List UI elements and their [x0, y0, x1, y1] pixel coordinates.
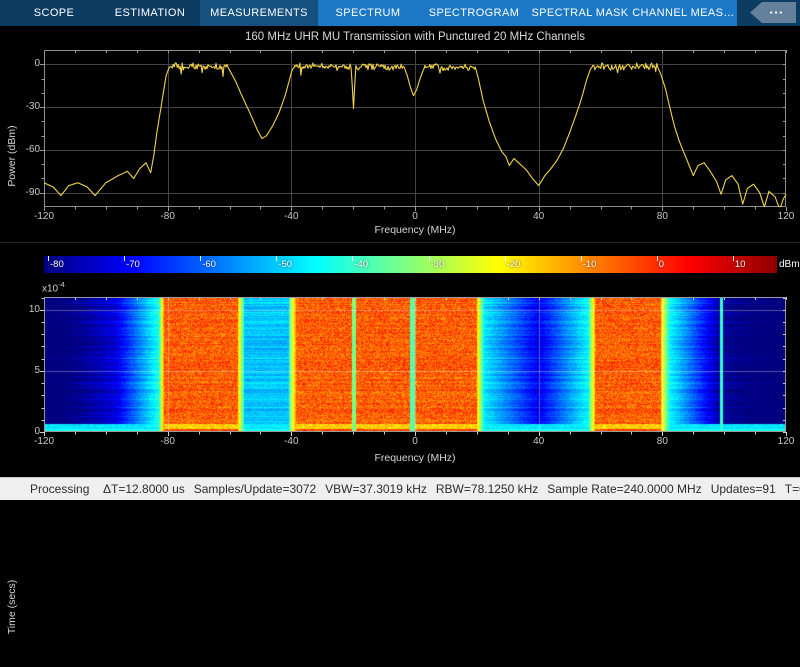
spectrum-x-tick-label: 80: [642, 211, 682, 223]
spectrum-x-tick-label: -120: [24, 211, 64, 223]
status-item: T=0.00: [785, 482, 800, 496]
spectrum-x-tick-label: 0: [395, 211, 435, 223]
spectrum-y-tick-label: -60: [12, 144, 40, 156]
status-item: Updates=91: [711, 482, 776, 496]
tab-channel-meas[interactable]: CHANNEL MEAS…: [630, 0, 737, 26]
spectrogram-ticks: [40, 297, 787, 436]
spectrum-x-tick-label: 40: [519, 211, 559, 223]
spectrogram-x-tick-label: -80: [148, 436, 188, 448]
spectrum-y-tick-label: 0: [12, 58, 40, 70]
spectrum-x-tick-label: -40: [271, 211, 311, 223]
tab-spectrogram[interactable]: SPECTROGRAM: [418, 0, 530, 26]
status-item: Sample Rate=240.0000 MHz: [547, 482, 701, 496]
status-item: VBW=37.3019 kHz: [325, 482, 427, 496]
status-info: ΔT=12.8000 us Samples/Update=3072 VBW=37.3…: [103, 478, 800, 500]
spectrum-x-tick-label: 120: [766, 211, 800, 223]
spectrogram-x-tick-label: 0: [395, 436, 435, 448]
status-item: RBW=78.1250 kHz: [436, 482, 538, 496]
tab-scope[interactable]: SCOPE: [8, 0, 100, 26]
tab-measurements[interactable]: MEASUREMENTS: [200, 0, 318, 26]
spectrum-x-axis-label: Frequency (MHz): [44, 224, 786, 236]
tab-spectral-mask[interactable]: SPECTRAL MASK: [530, 0, 630, 26]
tab-estimation[interactable]: ESTIMATION: [100, 0, 200, 26]
spectrum-y-tick-label: -90: [12, 187, 40, 199]
status-bar: Processing ΔT=12.8000 us Samples/Update=3…: [0, 477, 800, 500]
toolstrip-tab-bar: SCOPEESTIMATIONMEASUREMENTSSPECTRUMSPECT…: [0, 0, 800, 26]
spectrogram-panel: -80-70-60-50-40-30-20-10010 dBm x10-4 Ti…: [0, 243, 800, 477]
spectrum-plot-area[interactable]: [0, 28, 800, 241]
spectrogram-x-tick-label: 120: [766, 436, 800, 448]
toolstrip-overflow-button[interactable]: ▪▪▪: [750, 2, 796, 23]
spectrogram-y-tick-label: 0: [12, 426, 40, 438]
spectrogram-x-tick-label: 80: [642, 436, 682, 448]
toolstrip-spacer: ▪▪▪: [737, 0, 800, 26]
spectrogram-x-axis-label: Frequency (MHz): [44, 452, 786, 464]
spectrum-y-tick-label: -30: [12, 101, 40, 113]
status-item: Samples/Update=3072: [194, 482, 316, 496]
status-state-label: Processing: [30, 478, 89, 500]
status-item: ΔT=12.8000 us: [103, 482, 185, 496]
spectrum-ticks: [40, 50, 787, 211]
horizontal-ellipsis-icon: ▪▪▪: [770, 8, 785, 17]
spectrum-x-tick-label: -80: [148, 211, 188, 223]
spectrogram-y-tick-label: 10: [12, 304, 40, 316]
spectrogram-y-tick-label: 5: [12, 365, 40, 377]
spectrogram-x-tick-label: 40: [519, 436, 559, 448]
spectrum-panel: 160 MHz UHR MU Transmission with Punctur…: [0, 28, 800, 241]
spectrogram-y-axis-label: Time (secs): [6, 547, 20, 667]
spectrogram-x-tick-label: -40: [271, 436, 311, 448]
spectrogram-plot-box: [45, 298, 786, 432]
tab-spectrum[interactable]: SPECTRUM: [318, 0, 418, 26]
